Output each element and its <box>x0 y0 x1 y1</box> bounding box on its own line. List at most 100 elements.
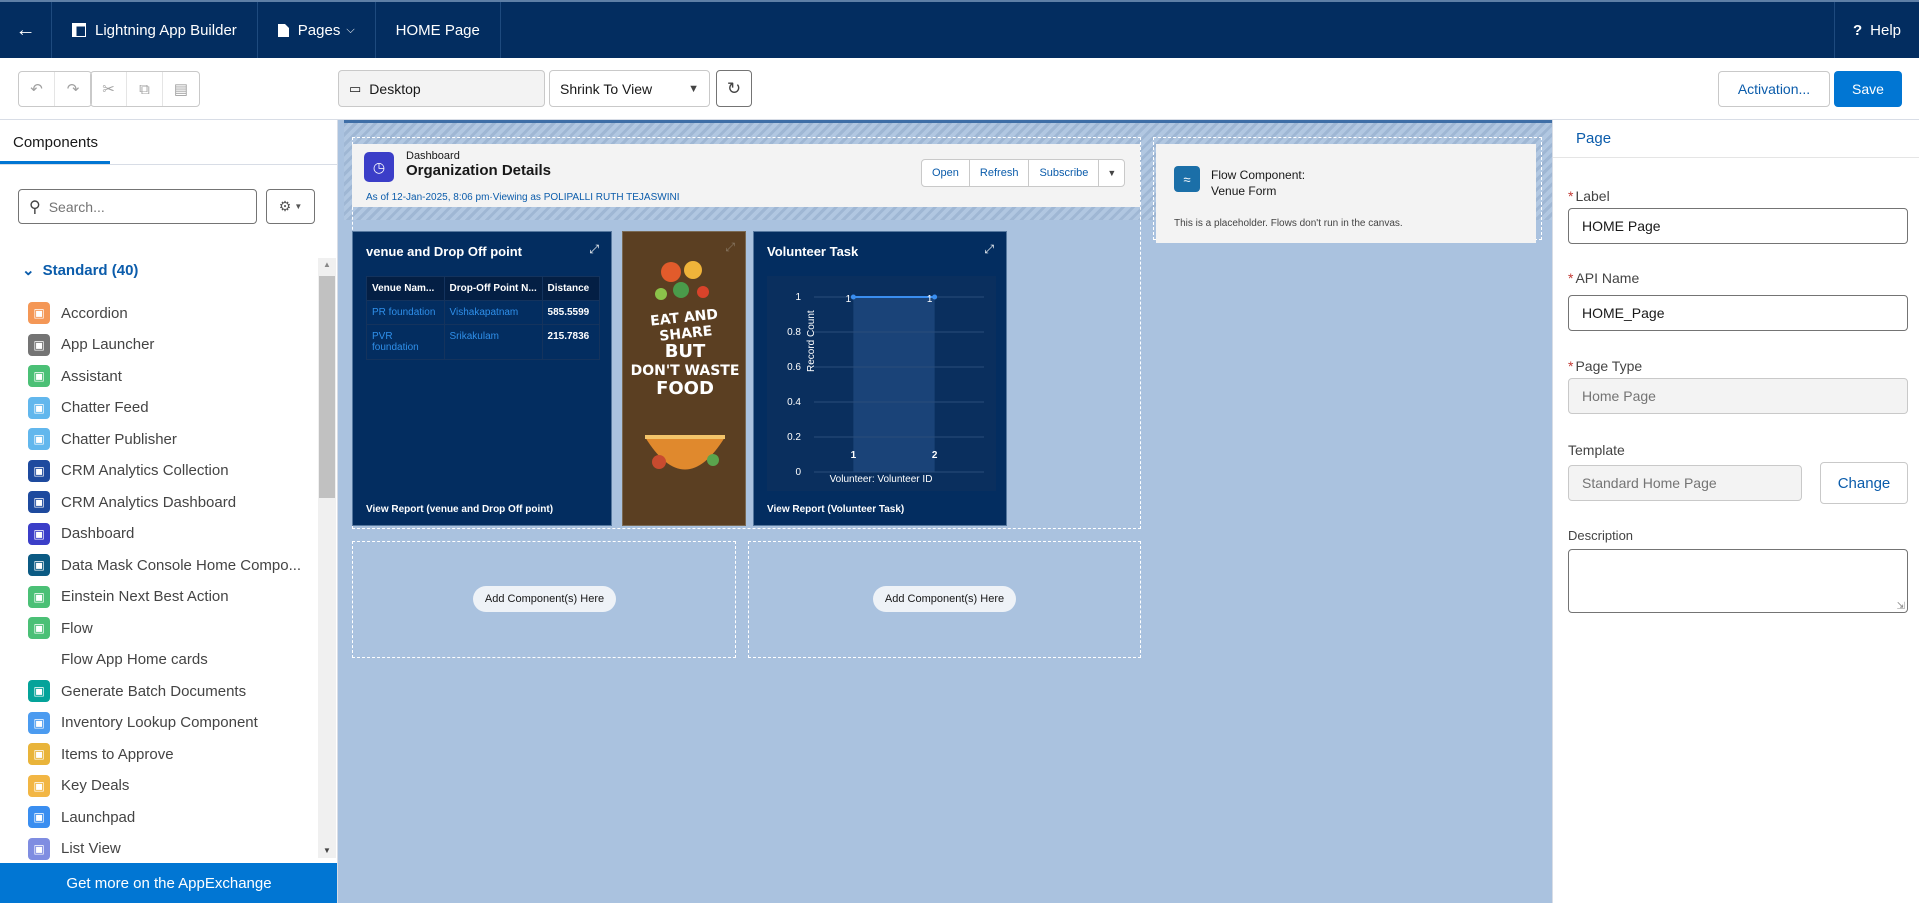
refresh-button[interactable]: ↻ <box>716 70 752 107</box>
y-tick-label: 0.6 <box>787 362 801 373</box>
table-cell[interactable]: Srikakulam <box>443 324 543 360</box>
table-column-header[interactable]: Drop-Off Point N... <box>443 276 543 301</box>
component-item[interactable]: ▣ App Launcher <box>28 333 154 357</box>
flow-placeholder-note: This is a placeholder. Flows don't run i… <box>1174 218 1403 229</box>
label-input[interactable]: HOME Page <box>1568 208 1908 244</box>
view-report-link[interactable]: View Report (Volunteer Task) <box>767 504 904 515</box>
expand-icon[interactable]: ⤢ <box>589 242 599 257</box>
open-button[interactable]: Open <box>922 160 970 186</box>
add-component-button[interactable]: Add Component(s) Here <box>473 586 616 612</box>
more-actions-button[interactable]: ▼ <box>1099 160 1124 186</box>
paste-icon[interactable]: ▤ <box>163 72 199 106</box>
data-label: 1 <box>846 294 852 305</box>
table-column-header[interactable]: Venue Nam... <box>366 276 445 301</box>
device-selector[interactable]: ▭ Desktop <box>338 70 545 107</box>
component-item[interactable]: ▣ Assistant <box>28 364 122 388</box>
component-item[interactable]: ▣ Data Mask Console Home Compo... <box>28 553 301 577</box>
component-item[interactable]: ▣ Dashboard <box>28 522 134 546</box>
refresh-dashboard-button[interactable]: Refresh <box>970 160 1030 186</box>
table-row: PR foundation Vishakapatnam 585.5599 <box>366 300 601 325</box>
back-button[interactable]: ← <box>0 2 52 58</box>
chevron-down-icon: ⌵ <box>346 23 355 36</box>
component-label: List View <box>61 840 121 857</box>
component-item[interactable]: ▣ Items to Approve <box>28 742 174 766</box>
view-report-link[interactable]: View Report (venue and Drop Off point) <box>366 504 553 515</box>
settings-menu-button[interactable]: ⚙ ▼ <box>266 189 315 224</box>
table-cell[interactable]: PVR foundation <box>366 324 445 360</box>
label-field-text: Label <box>1575 188 1610 204</box>
component-item[interactable]: ▣ Einstein Next Best Action <box>28 585 229 609</box>
component-icon: ▣ <box>28 774 50 797</box>
component-search-input[interactable]: ⚲ Search... <box>18 189 257 224</box>
table-cell[interactable]: PR foundation <box>366 300 445 325</box>
component-item[interactable]: ▣ Key Deals <box>28 774 129 798</box>
dashboard-header[interactable]: ◷ Dashboard Organization Details As of 1… <box>352 144 1140 207</box>
copy-icon[interactable]: ⧉ <box>127 72 163 106</box>
subscribe-button[interactable]: Subscribe <box>1029 160 1100 186</box>
component-icon: ▣ <box>28 302 50 324</box>
scrollbar-thumb[interactable] <box>319 276 335 498</box>
help-button[interactable]: ? Help <box>1833 2 1919 58</box>
component-item[interactable]: ▣ List View <box>28 837 121 861</box>
page-canvas: ◷ Dashboard Organization Details As of 1… <box>338 120 1552 903</box>
component-label: Items to Approve <box>61 745 174 763</box>
redo-icon[interactable]: ↷ <box>55 72 91 106</box>
data-label: 1 <box>927 294 933 305</box>
chevron-down-icon: ⌄ <box>22 262 35 279</box>
resize-handle-icon[interactable]: ⇲ <box>1897 601 1905 612</box>
flow-component[interactable]: ≈ Flow Component: Venue Form This is a p… <box>1156 144 1536 243</box>
component-item[interactable]: ▣ CRM Analytics Collection <box>28 459 229 483</box>
undo-icon[interactable]: ↶ <box>19 72 55 106</box>
component-item[interactable]: ▣ Accordion <box>28 301 128 325</box>
data-point[interactable] <box>932 294 938 300</box>
appexchange-link[interactable]: Get more on the AppExchange <box>0 863 337 903</box>
data-point[interactable] <box>850 294 856 300</box>
page-type-field-text: Page Type <box>1575 358 1643 374</box>
y-axis-title: Record Count <box>806 310 817 372</box>
component-item[interactable]: ▣ Chatter Feed <box>28 396 149 420</box>
component-item[interactable]: ▣ Inventory Lookup Component <box>28 711 258 735</box>
app-builder-icon <box>72 23 86 37</box>
view-mode-select[interactable]: Shrink To View ▼ <box>549 70 710 107</box>
venue-report-card[interactable]: venue and Drop Off point ⤢ Venue Nam... D… <box>352 231 612 526</box>
pages-label: Pages <box>297 21 341 39</box>
component-item[interactable]: ▣ CRM Analytics Dashboard <box>28 490 236 514</box>
component-item[interactable]: ▣ Launchpad <box>28 805 135 829</box>
standard-section-toggle[interactable]: ⌄ Standard (40) <box>22 261 138 279</box>
component-icon: ▣ <box>28 806 50 828</box>
component-item[interactable]: ▣ Generate Batch Documents <box>28 679 246 703</box>
change-template-button[interactable]: Change <box>1820 462 1908 504</box>
component-item[interactable]: Flow App Home cards <box>28 648 208 672</box>
y-tick-label: 1 <box>795 292 801 303</box>
volunteer-chart-card[interactable]: Volunteer Task ⤢ Record Count Volunteer:… <box>753 231 1007 526</box>
page-icon <box>277 23 289 37</box>
desktop-icon: ▭ <box>349 80 362 96</box>
component-icon: ▣ <box>28 428 50 450</box>
component-label: Data Mask Console Home Compo... <box>61 556 302 574</box>
table-column-header[interactable]: Distance <box>541 276 601 301</box>
activation-button[interactable]: Activation... <box>1718 71 1830 107</box>
page-name-text: HOME Page <box>395 21 480 39</box>
components-panel: Components ⚲ Search... ⚙ ▼ ⌄ Standard (40… <box>0 120 338 903</box>
cut-icon[interactable]: ✂ <box>91 72 127 106</box>
component-list-scrollbar[interactable]: ▲ ▼ <box>318 258 336 858</box>
description-textarea[interactable]: ⇲ <box>1568 549 1908 613</box>
flow-title-line1: Flow Component: <box>1211 168 1306 182</box>
scroll-up-icon[interactable]: ▲ <box>323 260 331 269</box>
component-item[interactable]: ▣ Chatter Publisher <box>28 427 177 451</box>
component-item[interactable]: ▣ Flow <box>28 616 93 640</box>
required-marker: * <box>1568 188 1574 204</box>
required-marker: * <box>1568 358 1574 374</box>
table-cell[interactable]: Vishakapatnam <box>443 300 543 325</box>
scroll-down-icon[interactable]: ▼ <box>323 846 331 855</box>
api-name-field-text: API Name <box>1575 270 1640 286</box>
dashboard-icon: ◷ <box>364 152 394 182</box>
save-button[interactable]: Save <box>1834 71 1902 107</box>
component-icon: ▣ <box>28 459 50 482</box>
api-name-input[interactable]: HOME_Page <box>1568 295 1908 331</box>
expand-icon: ⤢ <box>725 240 735 254</box>
tab-components[interactable]: Components <box>0 120 337 165</box>
pages-menu[interactable]: Pages ⌵ <box>258 2 376 58</box>
add-component-button[interactable]: Add Component(s) Here <box>873 586 1016 612</box>
component-label: CRM Analytics Collection <box>61 462 229 479</box>
